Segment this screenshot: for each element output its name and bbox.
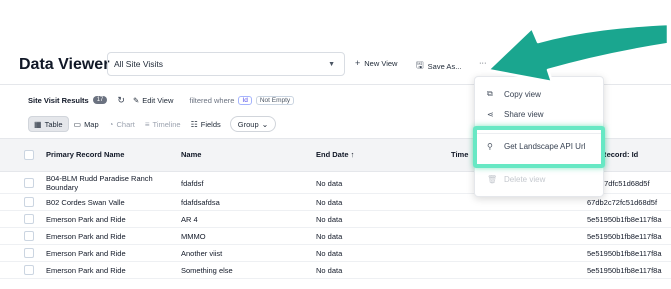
- annotation-arrow-icon: [486, 22, 670, 84]
